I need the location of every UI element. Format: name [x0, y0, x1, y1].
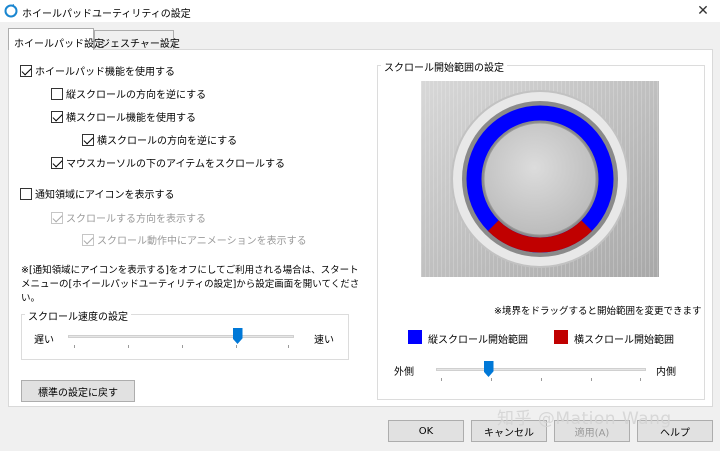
slider-tick	[591, 378, 592, 381]
watermark: 知乎 @Mation Wang	[497, 409, 672, 429]
scroll-speed-title: スクロール速度の設定	[25, 308, 131, 323]
scroll-range-title: スクロール開始範囲の設定	[381, 59, 507, 74]
drag-hint: ※境界をドラッグすると開始範囲を変更できます	[494, 306, 702, 317]
checkbox-label: 横スクロールの方向を逆にする	[97, 136, 238, 147]
checkbox-mark	[51, 87, 63, 100]
vertical-legend-label: 縦スクロール開始範囲	[428, 335, 528, 346]
show-direction-checkbox: スクロールする方向を表示する	[51, 210, 206, 225]
scroll-under-cursor-checkbox[interactable]: マウスカーソルの下のアイテムをスクロールする	[51, 155, 285, 170]
close-icon[interactable]: ✕	[690, 2, 716, 20]
invert-horizontal-checkbox[interactable]: 横スクロールの方向を逆にする	[82, 132, 237, 147]
slow-label: 遅い	[34, 335, 54, 346]
horizontal-legend-label: 横スクロール開始範囲	[574, 335, 674, 346]
slider-tick	[541, 378, 542, 381]
checkbox-mark	[20, 187, 32, 200]
checkbox-mark	[51, 156, 63, 169]
slider-tick	[288, 345, 289, 348]
reset-defaults-button[interactable]: 標準の設定に戻す	[21, 380, 135, 402]
checkbox-mark	[82, 233, 94, 246]
enable-wheelpad-checkbox[interactable]: ホイールパッド機能を使用する	[20, 63, 175, 78]
tray-icon-note: ※[通知領域にアイコンを表示する]をオフにしてご利用される場合は、スタートメニュ…	[21, 265, 360, 304]
title-bar: ホイールパッドユーティリティの設定 ✕	[0, 0, 720, 22]
checkbox-label: マウスカーソルの下のアイテムをスクロールする	[66, 159, 285, 170]
slider-tick	[236, 345, 237, 348]
checkbox-mark	[51, 211, 63, 224]
show-tray-icon-checkbox[interactable]: 通知領域にアイコンを表示する	[20, 186, 175, 201]
scroll-range-dial[interactable]	[421, 81, 659, 277]
slider-tick	[128, 345, 129, 348]
slider-tick	[441, 378, 442, 381]
scroll-speed-track[interactable]	[68, 335, 294, 338]
settings-window: ホイールパッドユーティリティの設定 ✕ ホイールパッド設定 ジェスチャー設定 ホ…	[0, 0, 720, 451]
vertical-legend-swatch	[408, 330, 422, 344]
dial-center	[483, 122, 597, 236]
checkbox-label: スクロール動作中にアニメーションを表示する	[97, 236, 307, 247]
scroll-speed-thumb[interactable]	[232, 328, 243, 344]
ok-button[interactable]: OK	[388, 420, 464, 442]
scroll-range-thumb[interactable]	[483, 361, 494, 377]
fast-label: 速い	[314, 335, 334, 346]
horizontal-legend-swatch	[554, 330, 568, 344]
scroll-range-track[interactable]	[436, 368, 646, 371]
checkbox-mark	[51, 110, 63, 123]
checkbox-label: スクロールする方向を表示する	[66, 214, 206, 225]
enable-horizontal-checkbox[interactable]: 横スクロール機能を使用する	[51, 109, 196, 124]
inner-label: 内側	[656, 367, 676, 378]
slider-tick	[491, 378, 492, 381]
tab-panel: ホイールパッド機能を使用する 縦スクロールの方向を逆にする 横スクロール機能を使…	[8, 49, 713, 407]
checkbox-mark	[82, 133, 94, 146]
checkbox-label: 横スクロール機能を使用する	[66, 113, 196, 124]
checkbox-mark	[20, 64, 32, 77]
tab-gesture-settings[interactable]: ジェスチャー設定	[94, 30, 180, 50]
checkbox-label: ホイールパッド機能を使用する	[35, 67, 175, 78]
slider-tick	[182, 345, 183, 348]
window-title: ホイールパッドユーティリティの設定	[22, 9, 191, 20]
outer-label: 外側	[394, 367, 414, 378]
show-animation-checkbox: スクロール動作中にアニメーションを表示する	[82, 232, 307, 247]
slider-tick	[640, 378, 641, 381]
scroll-speed-group: スクロール速度の設定 遅い 速い	[21, 308, 349, 360]
slider-tick	[74, 345, 75, 348]
scroll-range-group: スクロール開始範囲の設定 ※境界をドラッグすると開始範囲を変更できます 縦スクロ…	[377, 59, 705, 400]
app-icon	[4, 4, 18, 18]
checkbox-label: 縦スクロールの方向を逆にする	[66, 90, 207, 101]
checkbox-label: 通知領域にアイコンを表示する	[35, 190, 175, 201]
tab-wheelpad-settings[interactable]: ホイールパッド設定	[8, 28, 104, 50]
invert-vertical-checkbox[interactable]: 縦スクロールの方向を逆にする	[51, 86, 206, 101]
